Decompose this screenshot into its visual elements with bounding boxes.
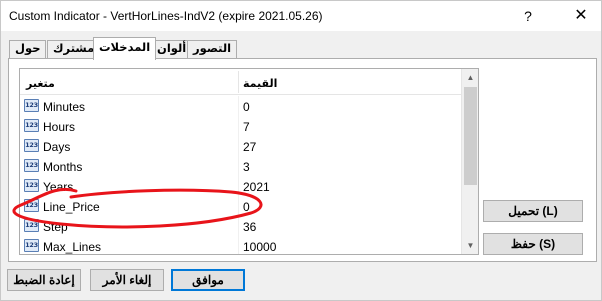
column-divider: [238, 156, 239, 176]
table-row[interactable]: 123 Line_Price 0: [20, 196, 461, 216]
column-divider: [238, 236, 239, 254]
window-title: Custom Indicator - VertHorLines-IndV2 (e…: [9, 9, 323, 23]
indicator-dialog: Custom Indicator - VertHorLines-IndV2 (e…: [0, 0, 602, 301]
title-bar: Custom Indicator - VertHorLines-IndV2 (e…: [1, 1, 601, 31]
param-value[interactable]: 27: [243, 140, 256, 154]
param-name: Minutes: [43, 100, 86, 114]
param-value[interactable]: 10000: [243, 240, 276, 254]
param-name: Line_Price: [43, 200, 100, 214]
param-name: Days: [43, 140, 71, 154]
header-divider[interactable]: [238, 71, 239, 93]
numeric-param-icon: 123: [24, 179, 39, 192]
tab-visualization[interactable]: التصور: [187, 40, 238, 59]
numeric-param-icon: 123: [24, 139, 39, 152]
column-divider: [238, 136, 239, 156]
close-button[interactable]: ✕: [566, 5, 596, 27]
param-value[interactable]: 3: [243, 160, 250, 174]
column-divider: [238, 176, 239, 196]
table-row[interactable]: 123 Months 3: [20, 156, 461, 176]
numeric-param-icon: 123: [24, 119, 39, 132]
table-row[interactable]: 123 Days 27: [20, 136, 461, 156]
ok-button[interactable]: موافق: [171, 269, 245, 291]
inputs-table: متغير القيمة 123 Minutes 0 123 Hours 7 1…: [19, 68, 479, 255]
param-value[interactable]: 0: [243, 200, 250, 214]
numeric-param-icon: 123: [24, 199, 39, 212]
inputs-panel: متغير القيمة 123 Minutes 0 123 Hours 7 1…: [8, 58, 597, 262]
scroll-up-icon[interactable]: ▲: [462, 69, 478, 86]
cancel-button[interactable]: إلغاء الأمر: [90, 269, 164, 291]
table-row[interactable]: 123 Step 36: [20, 216, 461, 236]
reset-button[interactable]: إعادة الضبط: [7, 269, 81, 291]
param-name: Years: [43, 180, 74, 194]
table-header: متغير القيمة: [20, 69, 461, 95]
numeric-param-icon: 123: [24, 159, 39, 172]
table-row[interactable]: 123 Max_Lines 10000: [20, 236, 461, 254]
numeric-param-icon: 123: [24, 239, 39, 252]
load-button[interactable]: تحميل (L): [483, 200, 583, 222]
table-row[interactable]: 123 Hours 7: [20, 116, 461, 136]
column-divider: [238, 96, 239, 116]
param-name: Step: [43, 220, 68, 234]
column-divider: [238, 196, 239, 216]
param-value[interactable]: 36: [243, 220, 256, 234]
header-value[interactable]: القيمة: [243, 77, 277, 90]
param-value[interactable]: 7: [243, 120, 250, 134]
scroll-down-icon[interactable]: ▼: [462, 237, 478, 254]
table-rows: 123 Minutes 0 123 Hours 7 123 Days 27 12…: [20, 96, 461, 254]
param-name: Hours: [43, 120, 76, 134]
help-button[interactable]: ?: [513, 5, 543, 27]
vertical-scrollbar[interactable]: ▲ ▼: [461, 69, 478, 254]
scroll-thumb[interactable]: [464, 87, 477, 185]
tab-about[interactable]: حول: [9, 40, 47, 59]
table-row[interactable]: 123 Years 2021: [20, 176, 461, 196]
numeric-param-icon: 123: [24, 99, 39, 112]
save-button[interactable]: حفظ (S): [483, 233, 583, 255]
header-variable[interactable]: متغير: [26, 77, 55, 90]
numeric-param-icon: 123: [24, 219, 39, 232]
param-value[interactable]: 2021: [243, 180, 270, 194]
param-value[interactable]: 0: [243, 100, 250, 114]
param-name: Max_Lines: [43, 240, 102, 254]
tab-strip: حول مشترك المدخلات ألوان التصور: [9, 37, 239, 60]
tab-inputs[interactable]: المدخلات: [93, 37, 157, 60]
param-name: Months: [43, 160, 83, 174]
column-divider: [238, 216, 239, 236]
column-divider: [238, 116, 239, 136]
table-row[interactable]: 123 Minutes 0: [20, 96, 461, 116]
